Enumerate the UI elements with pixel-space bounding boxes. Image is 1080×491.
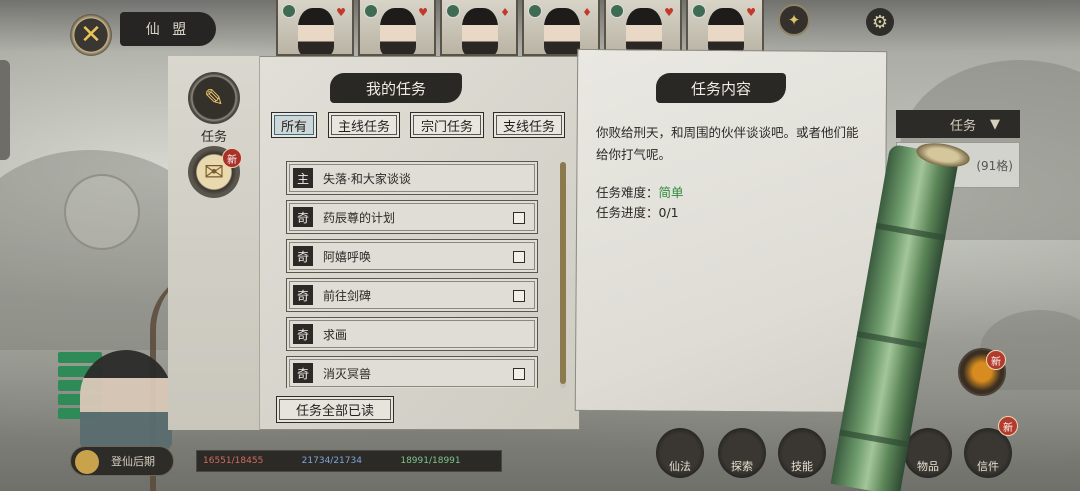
bottom-button-label: 仙法 [669,460,691,473]
task-detail-panel [574,48,888,414]
task-type-badge: 奇 [293,324,313,344]
bottom-button-label: 技能 [791,460,813,473]
avatar [544,8,580,54]
avatar [298,8,334,54]
bottom-button-items[interactable]: 物品 [904,428,952,478]
task-name: 失落·和大家谈谈 [323,171,411,186]
tab-all[interactable]: 所有 [271,112,317,138]
task-difficulty: 任务难度：简单 [596,182,684,201]
task-type-badge: 奇 [293,363,313,383]
party-portrait[interactable]: ♦ [522,0,600,56]
task-detail-title: 任务内容 [656,73,786,103]
new-badge: 新 [986,350,1006,370]
mp-value: 21734/21734 [301,456,362,466]
tab-side-quest[interactable]: 支线任务 [493,112,565,138]
new-badge: 新 [222,148,242,168]
party-portrait[interactable]: ♥ [358,0,436,56]
sp-value: 18991/18991 [400,456,461,466]
task-name: 消灭冥兽 [323,366,372,381]
tab-main-quest[interactable]: 主线任务 [328,112,400,138]
suit-icon: ♥ [336,6,346,19]
suit-icon: ♥ [664,6,674,19]
task-row[interactable]: 奇 求画 [286,317,538,351]
bamboo-node [875,222,946,241]
bottom-button-label: 探索 [731,460,753,473]
task-name: 前往剑碑 [323,288,372,303]
realm-label: 登仙后期 [111,455,155,468]
task-type-badge: 主 [293,168,313,188]
task-tab-label: 任务 [200,130,227,145]
status-badge [610,4,624,18]
grid-capacity-text: (91格) [976,158,1013,173]
gear-icon[interactable]: ⚙ [866,8,894,36]
progress-label: 任务进度： [596,205,659,220]
party-portrait[interactable]: ♥ [604,0,682,56]
difficulty-value: 简单 [658,185,684,200]
avatar [708,8,744,54]
bottom-button-label: 物品 [917,460,939,473]
my-tasks-title: 我的任务 [330,73,462,103]
bamboo-node [856,331,927,350]
task-row[interactable]: 奇 阿嬉呼唤 [286,239,538,273]
player-stat-bar: 16551/18455 21734/21734 18991/18991 [196,450,502,472]
task-list-scrollbar[interactable] [560,162,566,388]
task-description: 你败给刑天，和周围的伙伴谈谈吧。或者他们能给你打气呢。 [596,125,859,162]
bamboo-node [839,429,910,448]
left-drawer-handle[interactable] [0,60,10,160]
mark-all-read-button[interactable]: 任务全部已读 [276,396,394,423]
task-type-badge: 奇 [293,246,313,266]
side-task-tracker[interactable]: 任务 ▼ [896,110,1020,138]
task-type-badge: 奇 [293,285,313,305]
task-checkbox[interactable] [513,251,525,263]
status-badge [692,4,706,18]
suit-icon: ♦ [500,6,510,19]
task-checkbox[interactable] [513,212,525,224]
avatar [380,8,416,54]
task-name: 求画 [323,327,348,342]
suit-icon: ♥ [418,6,428,19]
task-type-badge: 奇 [293,207,313,227]
tab-sect-quest[interactable]: 宗门任务 [410,112,484,138]
status-badge [282,4,296,18]
bottom-button-explore[interactable]: 探索 [718,428,766,478]
player-avatar[interactable] [80,350,172,450]
realm-icon [75,450,99,474]
hp-value: 16551/18455 [203,456,264,466]
avatar [462,8,498,54]
status-badge [446,4,460,18]
task-name: 阿嬉呼唤 [323,249,372,264]
task-name: 药辰尊的计划 [323,210,396,225]
side-task-label: 任务 [949,118,976,134]
status-badge [364,4,378,18]
task-progress: 任务进度：0/1 [596,202,679,221]
party-portrait[interactable]: ♥ [686,0,764,56]
chevron-down-icon: ▼ [990,116,1000,132]
close-icon[interactable]: ✕ [70,14,112,56]
party-expand-icon[interactable]: ✦ [778,4,810,36]
realm-button[interactable]: 登仙后期 [70,446,174,476]
task-row[interactable]: 主 失落·和大家谈谈 [286,161,538,195]
task-row[interactable]: 奇 药辰尊的计划 [286,200,538,234]
party-portrait[interactable]: ♥ [276,0,354,56]
bottom-button-magic[interactable]: 仙法 [656,428,704,478]
task-checkbox[interactable] [513,368,525,380]
task-row[interactable]: 奇 前往剑碑 [286,278,538,312]
status-badge [528,4,542,18]
map-compass[interactable] [64,174,140,250]
task-row[interactable]: 奇 消灭冥兽 [286,356,538,388]
suit-icon: ♦ [582,6,592,19]
scroll-thumb[interactable] [560,162,566,384]
progress-value: 0/1 [658,205,679,220]
bottom-button-skills[interactable]: 技能 [778,428,826,478]
suit-icon: ♥ [746,6,756,19]
party-portrait[interactable]: ♦ [440,0,518,56]
task-checkbox[interactable] [513,290,525,302]
difficulty-label: 任务难度： [596,185,659,200]
map-title: 仙 盟 [120,12,216,46]
new-badge: 新 [998,416,1018,436]
task-tab-icon[interactable]: ✎ [188,72,240,124]
bottom-button-label: 信件 [977,460,999,473]
task-list[interactable]: 主 失落·和大家谈谈 奇 药辰尊的计划 奇 阿嬉呼唤 奇 前往剑碑 奇 求画 奇… [286,161,538,388]
